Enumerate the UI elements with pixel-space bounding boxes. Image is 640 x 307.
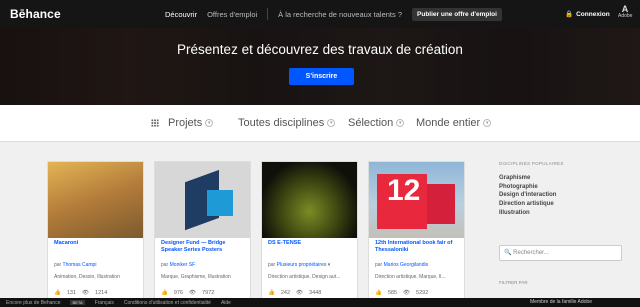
popular-disciplines-list: Graphisme Photographie Design d'interact… bbox=[499, 174, 556, 217]
project-thumbnail[interactable]: 12 bbox=[369, 162, 464, 238]
project-title[interactable]: DS E-TENSE bbox=[268, 240, 353, 247]
chevron-down-icon: ▾ bbox=[327, 119, 336, 127]
project-stats: 👍 585 👁 5292 bbox=[375, 290, 428, 296]
owner-link[interactable]: Marios Georgilandis bbox=[384, 262, 428, 268]
chevron-down-icon: ▾ bbox=[205, 119, 214, 127]
views-count: 7972 bbox=[202, 290, 215, 296]
project-card[interactable]: Designer Fund — Bridge Speaker Series Po… bbox=[154, 161, 251, 301]
project-owner: par Thomas Campi bbox=[54, 262, 97, 268]
discipline-link[interactable]: Photographie bbox=[499, 183, 556, 192]
filter-disciplines-label: Toutes disciplines bbox=[238, 117, 325, 129]
project-fields: Direction artistique, Design aut... bbox=[268, 274, 341, 280]
filter-projects[interactable]: Projets ▾ bbox=[151, 117, 214, 129]
behance-logo[interactable]: Bēhance bbox=[10, 7, 61, 21]
eye-icon: 👁 bbox=[403, 290, 411, 296]
project-card[interactable]: 12 12th International book fair of Thess… bbox=[368, 161, 465, 301]
project-fields: Animation, Dessin, Illustration bbox=[54, 274, 120, 280]
filter-bar: Projets ▾ Toutes disciplines ▾ Sélection… bbox=[0, 105, 640, 142]
likes-count: 585 bbox=[387, 290, 398, 296]
thumbs-up-icon: 👍 bbox=[54, 290, 61, 296]
filter-location[interactable]: Monde entier ▾ bbox=[416, 117, 492, 129]
more-behance-link[interactable]: Encore plus de Behance bbox=[6, 300, 60, 306]
project-title[interactable]: Macaroni bbox=[54, 240, 139, 247]
signup-button[interactable]: S'inscrire bbox=[289, 68, 354, 85]
hero-banner: Présentez et découvrez des travaux de cr… bbox=[0, 28, 640, 105]
project-card[interactable]: Macaroni par Thomas Campi Animation, Des… bbox=[47, 161, 144, 301]
discipline-link[interactable]: Direction artistique bbox=[499, 200, 556, 209]
project-fields: Marque, Graphisme, Illustration bbox=[161, 274, 231, 280]
nav-talent-search[interactable]: À la recherche de nouveaux talents ? bbox=[278, 10, 402, 19]
project-fields: Direction artistique, Marque, Il... bbox=[375, 274, 446, 280]
owner-link[interactable]: Thomas Campi bbox=[63, 262, 97, 268]
adobe-label: Adobe bbox=[618, 13, 633, 19]
project-owner: par Plusieurs propriétaires ▾ bbox=[268, 262, 331, 268]
beta-badge: BETA bbox=[70, 300, 85, 305]
thumbs-up-icon: 👍 bbox=[375, 290, 382, 296]
adobe-logo[interactable]: A Adobe bbox=[618, 5, 632, 19]
hero-overlay bbox=[0, 28, 640, 105]
poster-shape bbox=[207, 190, 233, 216]
likes-count: 242 bbox=[280, 290, 291, 296]
filter-selection-label: Sélection bbox=[348, 117, 394, 129]
adobe-family-link[interactable]: Membre de la famille Adobe bbox=[530, 299, 592, 305]
eye-icon: 👁 bbox=[82, 290, 90, 296]
main-nav: Découvrir Offres d'emploi À la recherche… bbox=[165, 0, 502, 28]
project-card[interactable]: DS E-TENSE par Plusieurs propriétaires ▾… bbox=[261, 161, 358, 301]
search-icon: 🔍 bbox=[504, 250, 512, 256]
terms-link[interactable]: Conditions d'utilisation et confidential… bbox=[124, 300, 211, 306]
discipline-link[interactable]: Design d'interaction bbox=[499, 191, 556, 200]
eye-icon: 👁 bbox=[189, 290, 197, 296]
project-thumbnail[interactable] bbox=[262, 162, 357, 238]
project-title[interactable]: Designer Fund — Bridge Speaker Series Po… bbox=[161, 240, 246, 254]
hero-title: Présentez et découvrez des travaux de cr… bbox=[177, 42, 463, 57]
sidebar-title: DISCIPLINES POPULAIRES bbox=[499, 161, 564, 166]
discipline-link[interactable]: Illustration bbox=[499, 209, 556, 218]
filter-by-label: FILTRER PAR bbox=[499, 280, 528, 285]
views-count: 5292 bbox=[416, 290, 429, 296]
thumbs-up-icon: 👍 bbox=[268, 290, 275, 296]
footer-bar: Encore plus de Behance BETA Français Con… bbox=[0, 298, 640, 307]
filter-location-label: Monde entier bbox=[416, 117, 481, 129]
login-button[interactable]: 🔒 Connexion bbox=[565, 10, 610, 19]
nav-discover[interactable]: Découvrir bbox=[165, 10, 197, 19]
discipline-link[interactable]: Graphisme bbox=[499, 174, 556, 183]
filter-projects-label: Projets bbox=[168, 117, 203, 129]
eye-icon: 👁 bbox=[296, 290, 304, 296]
nav-jobs[interactable]: Offres d'emploi bbox=[207, 10, 257, 19]
login-label: Connexion bbox=[576, 10, 610, 18]
likes-count: 976 bbox=[173, 290, 184, 296]
project-owner: par Moniker SF bbox=[161, 262, 196, 268]
chevron-down-icon: ▾ bbox=[327, 262, 331, 268]
thumbs-up-icon: 👍 bbox=[161, 290, 168, 296]
owner-link[interactable]: Moniker SF bbox=[170, 262, 196, 268]
chevron-down-icon: ▾ bbox=[396, 119, 405, 127]
search-input[interactable]: 🔍 Rechercher... bbox=[499, 245, 622, 261]
views-count: 1214 bbox=[95, 290, 108, 296]
project-stats: 👍 242 👁 3448 bbox=[268, 290, 321, 296]
filter-selection[interactable]: Sélection ▾ bbox=[348, 117, 405, 129]
poster-shape bbox=[427, 184, 455, 224]
owner-link[interactable]: Plusieurs propriétaires bbox=[277, 262, 327, 268]
project-stats: 👍 976 👁 7972 bbox=[161, 290, 214, 296]
nav-divider bbox=[267, 8, 269, 20]
language-select[interactable]: Français bbox=[95, 300, 114, 306]
lock-icon: 🔒 bbox=[565, 11, 574, 18]
project-thumbnail[interactable] bbox=[48, 162, 143, 238]
top-navigation-bar: Bēhance Découvrir Offres d'emploi À la r… bbox=[0, 0, 640, 28]
grid-icon bbox=[151, 119, 159, 127]
project-owner: par Marios Georgilandis bbox=[375, 262, 429, 268]
post-job-button[interactable]: Publier une offre d'emploi bbox=[412, 7, 502, 21]
views-count: 3448 bbox=[309, 290, 322, 296]
help-link[interactable]: Aide bbox=[221, 300, 231, 306]
project-stats: 👍 131 👁 1214 bbox=[54, 290, 107, 296]
chevron-down-icon: ▾ bbox=[483, 119, 492, 127]
search-placeholder: Rechercher... bbox=[513, 250, 549, 256]
project-thumbnail[interactable] bbox=[155, 162, 250, 238]
project-title[interactable]: 12th International book fair of Thessalo… bbox=[375, 240, 460, 254]
poster-number: 12 bbox=[387, 174, 421, 207]
likes-count: 131 bbox=[66, 290, 77, 296]
filter-disciplines[interactable]: Toutes disciplines ▾ bbox=[238, 117, 336, 129]
